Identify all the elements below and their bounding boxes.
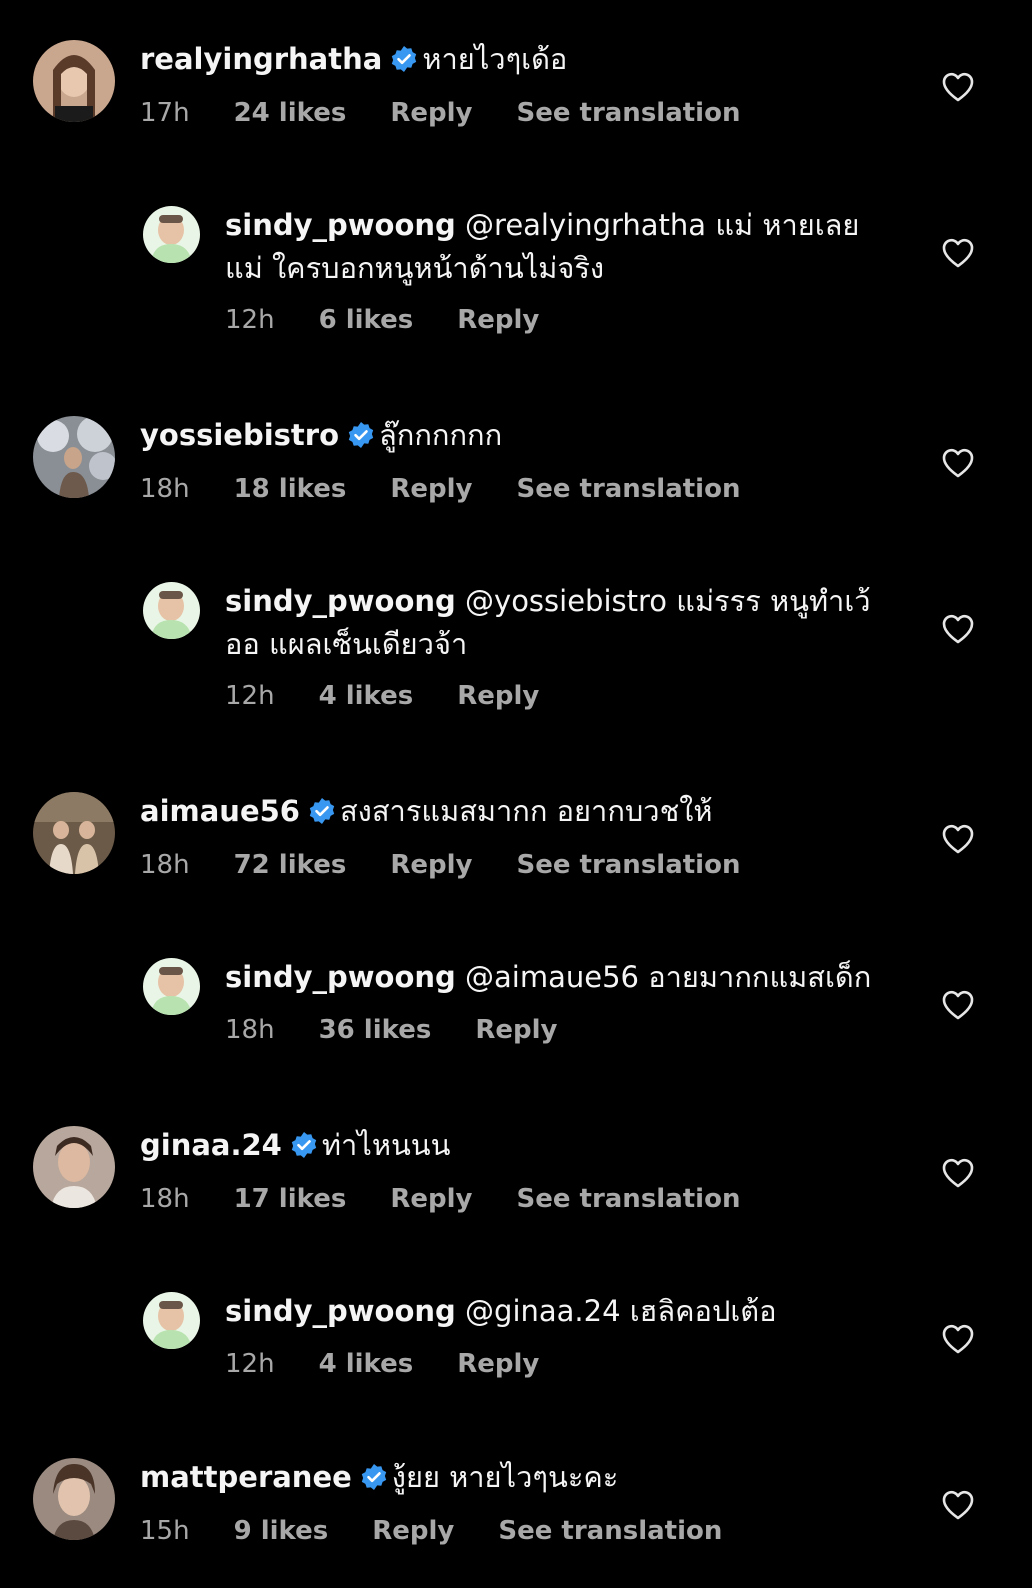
likes-count[interactable]: 4 likes [319, 679, 414, 713]
avatar[interactable] [33, 792, 115, 874]
avatar[interactable] [143, 206, 200, 263]
comment-meta: 12h 4 likes Reply [225, 1347, 583, 1381]
reply-button[interactable]: Reply [372, 1514, 454, 1548]
mention-link[interactable]: @aimaue56 [465, 960, 639, 994]
avatar[interactable] [143, 582, 200, 639]
verified-badge-icon [360, 1463, 388, 1491]
timestamp: 12h [225, 1349, 275, 1379]
comment-meta: 12h 6 likes Reply [225, 303, 583, 337]
comment-text: อายมากกแมสเด็ก [648, 960, 872, 994]
timestamp: 18h [140, 850, 190, 880]
verified-badge-icon [390, 45, 418, 73]
reply-button[interactable]: Reply [475, 1013, 557, 1047]
likes-count[interactable]: 24 likes [234, 96, 347, 130]
see-translation-button[interactable]: See translation [516, 472, 740, 506]
reply-button[interactable]: Reply [457, 303, 539, 337]
reply-button[interactable]: Reply [390, 848, 472, 882]
verified-badge-icon [347, 421, 375, 449]
comment-text: ลู๊กกกกกก [379, 418, 503, 452]
timestamp: 18h [140, 1184, 190, 1214]
username[interactable]: sindy_pwoong [225, 584, 456, 618]
see-translation-button[interactable]: See translation [516, 96, 740, 130]
reply-button[interactable]: Reply [457, 679, 539, 713]
heart-outline-icon[interactable] [941, 71, 975, 103]
heart-outline-icon[interactable] [941, 1157, 975, 1189]
username[interactable]: yossiebistro [140, 418, 339, 452]
comment-meta: 18h 72 likes Reply See translation [140, 848, 784, 882]
username[interactable]: ginaa.24 [140, 1128, 282, 1162]
avatar[interactable] [33, 1458, 115, 1540]
verified-badge-icon [290, 1131, 318, 1159]
username[interactable]: sindy_pwoong [225, 1294, 456, 1328]
avatar[interactable] [33, 416, 115, 498]
see-translation-button[interactable]: See translation [516, 1182, 740, 1216]
comment-meta: 18h 36 likes Reply [225, 1013, 601, 1047]
comment-text: เฮลิคอปเต้อ [629, 1294, 777, 1328]
comment-text: สงสารแมสมากก อยากบวชให้ [339, 794, 713, 828]
heart-outline-icon[interactable] [941, 447, 975, 479]
avatar[interactable] [33, 1126, 115, 1208]
heart-outline-icon[interactable] [941, 823, 975, 855]
username[interactable]: realyingrhatha [140, 42, 382, 76]
comment-meta: 18h 18 likes Reply See translation [140, 472, 784, 506]
likes-count[interactable]: 6 likes [319, 303, 414, 337]
comment-text: ท่าไหนนน [321, 1128, 451, 1162]
comment-text: หายไวๆเด้อ [422, 42, 568, 76]
timestamp: 17h [140, 98, 190, 128]
timestamp: 12h [225, 305, 275, 335]
comment-text: งู้ยย หายไวๆนะคะ [391, 1460, 619, 1494]
heart-outline-icon[interactable] [941, 237, 975, 269]
see-translation-button[interactable]: See translation [516, 848, 740, 882]
likes-count[interactable]: 36 likes [319, 1013, 432, 1047]
username[interactable]: mattperanee [140, 1460, 352, 1494]
avatar[interactable] [33, 40, 115, 122]
see-translation-button[interactable]: See translation [498, 1514, 722, 1548]
reply-button[interactable]: Reply [457, 1347, 539, 1381]
mention-link[interactable]: @realyingrhatha [465, 208, 706, 242]
comment-meta: 12h 4 likes Reply [225, 679, 583, 713]
comment-meta: 15h 9 likes Reply See translation [140, 1514, 766, 1548]
timestamp: 15h [140, 1516, 190, 1546]
username[interactable]: sindy_pwoong [225, 208, 456, 242]
avatar[interactable] [143, 958, 200, 1015]
comment-meta: 17h 24 likes Reply See translation [140, 96, 784, 130]
avatar[interactable] [143, 1292, 200, 1349]
reply-button[interactable]: Reply [390, 1182, 472, 1216]
username[interactable]: aimaue56 [140, 794, 300, 828]
verified-badge-icon [308, 797, 336, 825]
timestamp: 18h [225, 1015, 275, 1045]
timestamp: 18h [140, 474, 190, 504]
reply-button[interactable]: Reply [390, 96, 472, 130]
likes-count[interactable]: 72 likes [234, 848, 347, 882]
likes-count[interactable]: 17 likes [234, 1182, 347, 1216]
reply-button[interactable]: Reply [390, 472, 472, 506]
likes-count[interactable]: 18 likes [234, 472, 347, 506]
heart-outline-icon[interactable] [941, 1489, 975, 1521]
mention-link[interactable]: @ginaa.24 [465, 1294, 621, 1328]
likes-count[interactable]: 9 likes [234, 1514, 329, 1548]
username[interactable]: sindy_pwoong [225, 960, 456, 994]
timestamp: 12h [225, 681, 275, 711]
heart-outline-icon[interactable] [941, 989, 975, 1021]
likes-count[interactable]: 4 likes [319, 1347, 414, 1381]
heart-outline-icon[interactable] [941, 1323, 975, 1355]
heart-outline-icon[interactable] [941, 613, 975, 645]
comment-meta: 18h 17 likes Reply See translation [140, 1182, 784, 1216]
mention-link[interactable]: @yossiebistro [465, 584, 667, 618]
